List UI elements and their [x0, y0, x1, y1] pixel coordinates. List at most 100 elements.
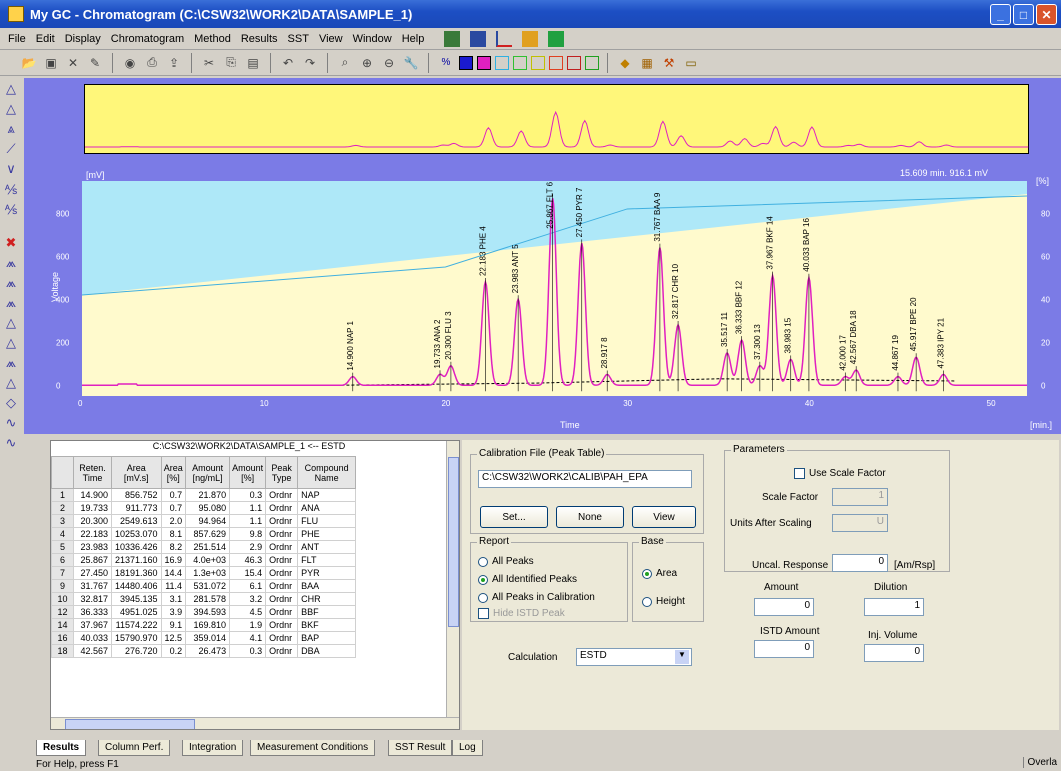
- print-icon[interactable]: ⎙: [143, 54, 161, 72]
- delete-icon[interactable]: ✕: [64, 54, 82, 72]
- tab-column-perf[interactable]: Column Perf.: [98, 740, 171, 756]
- report-identified-peaks[interactable]: All Identified Peaks: [478, 574, 577, 585]
- color-darkgreen-icon[interactable]: [585, 55, 599, 70]
- menu-sst[interactable]: SST: [288, 33, 309, 45]
- menu-edit[interactable]: Edit: [36, 33, 55, 45]
- dilution-field[interactable]: 1: [864, 598, 924, 616]
- color-green-icon[interactable]: [513, 55, 527, 70]
- peak-tool-2-icon[interactable]: △: [2, 100, 20, 118]
- percent-icon[interactable]: %: [437, 54, 455, 72]
- chart-icon[interactable]: [496, 30, 513, 47]
- uncal-response-field[interactable]: 0: [832, 554, 888, 572]
- diamond-icon[interactable]: ◆: [616, 54, 634, 72]
- none-button[interactable]: None: [556, 506, 624, 528]
- delete-peak-icon[interactable]: ✖: [2, 234, 20, 252]
- color-yellow-icon[interactable]: [531, 55, 545, 70]
- report-all-peaks[interactable]: All Peaks: [478, 556, 534, 567]
- table-row[interactable]: 5 23.983 10336.426 8.2 251.514 2.9 Ordnr ANT: [51, 540, 357, 554]
- undo-icon[interactable]: ↶: [279, 54, 297, 72]
- menu-method[interactable]: Method: [194, 33, 231, 45]
- edit-chart-icon[interactable]: [522, 30, 539, 47]
- table-row[interactable]: 4 22.183 10253.070 8.1 857.629 9.8 Ordnr PHE: [51, 527, 357, 541]
- peak-tool-15-icon[interactable]: ◇: [2, 394, 20, 412]
- istd-amount-field[interactable]: 0: [754, 640, 814, 658]
- color-blue-icon[interactable]: [459, 55, 473, 70]
- peak-tool-7-icon[interactable]: ⅍: [2, 200, 20, 218]
- export-icon[interactable]: ⇪: [165, 54, 183, 72]
- table-row[interactable]: 2 19.733 911.773 0.7 95.080 1.1 Ordnr ANA: [51, 501, 357, 515]
- paste-icon[interactable]: ▤: [244, 54, 262, 72]
- color-magenta-icon[interactable]: [477, 55, 491, 70]
- table-row[interactable]: 6 25.867 21371.160 16.9 4.0e+03 46.3 Ordnr FLT: [51, 553, 357, 567]
- menu-chromatogram[interactable]: Chromatogram: [111, 33, 184, 45]
- zoom-in-icon[interactable]: ⊕: [358, 54, 376, 72]
- maximize-button[interactable]: □: [1013, 4, 1034, 25]
- calibrate-icon[interactable]: [444, 30, 461, 47]
- table-hscroll[interactable]: [51, 717, 459, 729]
- amount-field[interactable]: 0: [754, 598, 814, 616]
- view-button[interactable]: View: [632, 506, 696, 528]
- tools-icon[interactable]: ⚒: [660, 54, 678, 72]
- acquire-icon[interactable]: ◉: [121, 54, 139, 72]
- peak-tool-14-icon[interactable]: △: [2, 374, 20, 392]
- table-vscroll[interactable]: [446, 441, 459, 717]
- menu-file[interactable]: File: [8, 33, 26, 45]
- table-row[interactable]: 16 40.033 15790.970 12.5 359.014 4.1 Ordnr BAP: [51, 631, 357, 645]
- tab-results[interactable]: Results: [36, 740, 87, 756]
- menu-help[interactable]: Help: [402, 33, 425, 45]
- sequence-icon[interactable]: [548, 30, 565, 47]
- tab-log[interactable]: Log: [452, 740, 483, 756]
- column-header[interactable]: [51, 456, 74, 489]
- cut-icon[interactable]: ✂: [200, 54, 218, 72]
- minimize-button[interactable]: _: [990, 4, 1011, 25]
- color-cyan-icon[interactable]: [495, 55, 509, 70]
- peak-tool-11-icon[interactable]: △: [2, 314, 20, 332]
- zoom-icon[interactable]: ⌕: [336, 54, 354, 72]
- use-scale-factor-checkbox[interactable]: Use Scale Factor: [794, 468, 886, 479]
- column-header[interactable]: Reten. Time: [73, 456, 112, 489]
- calibration-file-field[interactable]: C:\CSW32\WORK2\CALIB\PAH_EPA: [478, 470, 692, 488]
- peak-tool-1-icon[interactable]: △: [2, 80, 20, 98]
- save-icon[interactable]: ▣: [42, 54, 60, 72]
- properties-icon[interactable]: ✎: [86, 54, 104, 72]
- column-header[interactable]: Peak Type: [265, 456, 299, 489]
- peak-tool-17-icon[interactable]: ∿: [2, 434, 20, 452]
- zoom-out-icon[interactable]: ⊖: [380, 54, 398, 72]
- menu-view[interactable]: View: [319, 33, 343, 45]
- table-row[interactable]: 14 37.967 11574.222 9.1 169.810 1.9 Ordnr BKF: [51, 618, 357, 632]
- peak-tool-5-icon[interactable]: ∨: [2, 160, 20, 178]
- peak-tool-10-icon[interactable]: ⩕: [2, 294, 20, 312]
- open-icon[interactable]: 📂: [20, 54, 38, 72]
- overview-strip[interactable]: [84, 84, 1029, 154]
- color-red-icon[interactable]: [567, 55, 581, 70]
- calendar-icon[interactable]: ▭: [682, 54, 700, 72]
- column-header[interactable]: Area [mV.s]: [111, 456, 162, 489]
- peak-tool-4-icon[interactable]: ⟋: [2, 140, 20, 158]
- table-row[interactable]: 3 20.300 2549.613 2.0 94.964 1.1 Ordnr FLU: [51, 514, 357, 528]
- table-row[interactable]: 10 32.817 3945.135 3.1 281.578 3.2 Ordnr CHR: [51, 592, 357, 606]
- menu-results[interactable]: Results: [241, 33, 278, 45]
- set-button[interactable]: Set...: [480, 506, 548, 528]
- inj-volume-field[interactable]: 0: [864, 644, 924, 662]
- base-area-radio[interactable]: Area: [642, 568, 677, 579]
- tab-integration[interactable]: Integration: [182, 740, 244, 756]
- wrench-icon[interactable]: 🔧: [402, 54, 420, 72]
- peak-tool-13-icon[interactable]: ⩕: [2, 354, 20, 372]
- menu-display[interactable]: Display: [65, 33, 101, 45]
- scale-factor-field[interactable]: 1: [832, 488, 888, 506]
- table-row[interactable]: 7 27.450 18191.360 14.4 1.3e+03 15.4 Ordnr PYR: [51, 566, 357, 580]
- peak-tool-12-icon[interactable]: △: [2, 334, 20, 352]
- peak-tool-16-icon[interactable]: ∿: [2, 414, 20, 432]
- peak-tool-3-icon[interactable]: ⩓: [2, 120, 20, 138]
- peak-tool-8-icon[interactable]: ⩕: [2, 254, 20, 272]
- redo-icon[interactable]: ↷: [301, 54, 319, 72]
- tab-measurement-conditions[interactable]: Measurement Conditions: [250, 740, 376, 756]
- close-button[interactable]: ✕: [1036, 4, 1057, 25]
- peak-tool-9-icon[interactable]: ⩕: [2, 274, 20, 292]
- grid-icon[interactable]: ▦: [638, 54, 656, 72]
- calculation-select[interactable]: ESTD ▼: [576, 648, 692, 666]
- results-table-panel[interactable]: C:\CSW32\WORK2\DATA\SAMPLE_1 <-- ESTD Re…: [50, 440, 460, 730]
- column-header[interactable]: Amount [%]: [229, 456, 267, 489]
- copy-icon[interactable]: ⎘: [222, 54, 240, 72]
- tab-sst-result[interactable]: SST Result: [388, 740, 453, 756]
